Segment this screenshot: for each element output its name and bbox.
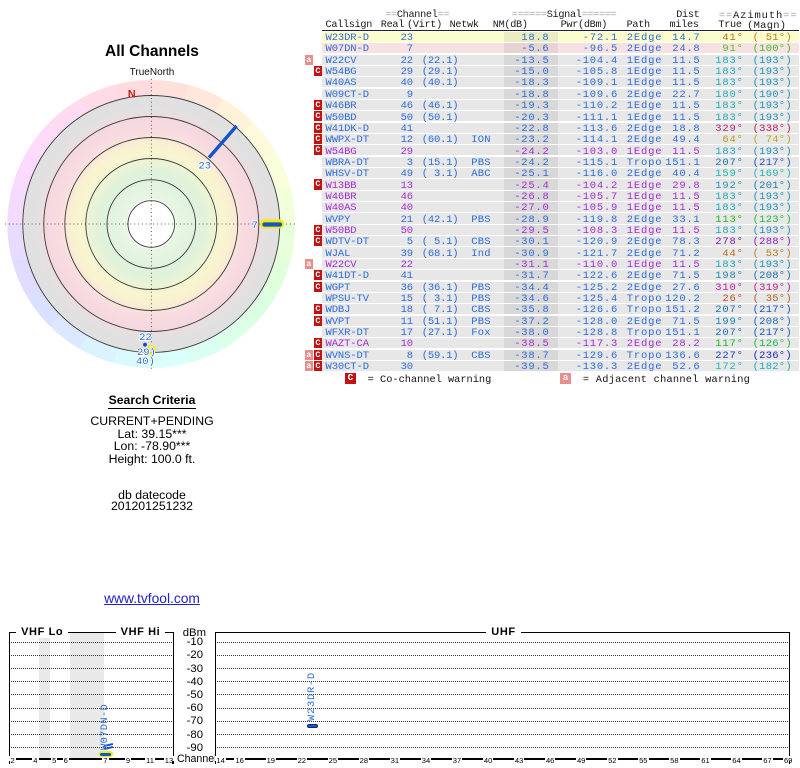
svg-text:N: N (128, 89, 136, 101)
svg-text:23: 23 (198, 160, 211, 172)
svg-text:7: 7 (252, 220, 258, 232)
svg-text:40): 40) (136, 356, 155, 368)
svg-text:22: 22 (139, 332, 152, 344)
